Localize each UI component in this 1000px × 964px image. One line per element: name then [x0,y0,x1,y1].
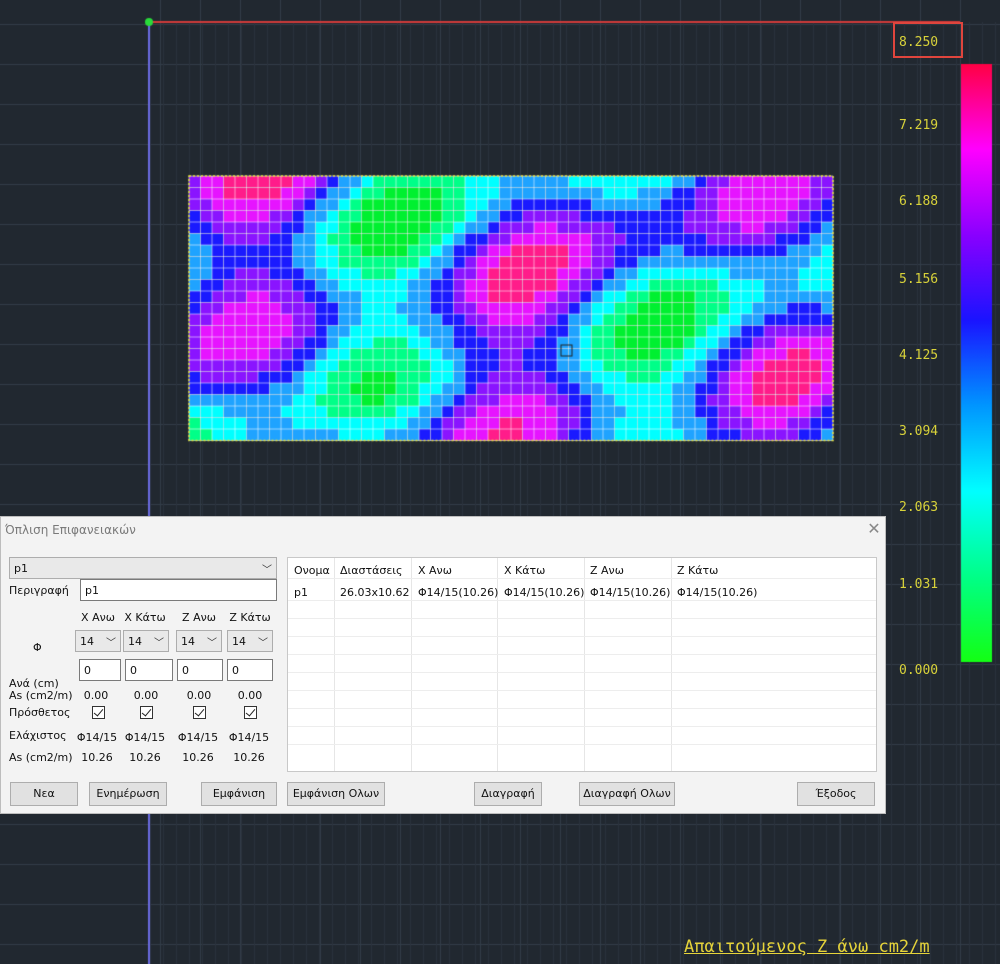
scale-label: 2.063 [899,500,939,515]
table-header[interactable]: X Ανω [418,564,452,577]
additional-checkbox-x-bottom[interactable] [140,706,153,719]
close-icon[interactable]: ✕ [865,520,883,538]
minimum-value: Φ14/15 [228,731,270,744]
table-header[interactable]: Διαστάσεις [340,564,402,577]
table-cell[interactable]: Φ14/15(10.26) [418,586,498,599]
as-value: 0.00 [237,689,263,702]
description-input[interactable]: p1 [80,579,277,601]
table-divider [671,558,672,771]
table-divider [288,726,876,727]
table-divider [288,636,876,637]
column-header-x-bottom: X Κάτω [124,611,166,624]
scale-label: 1.031 [899,577,939,592]
table-cell[interactable]: Φ14/15(10.26) [590,586,670,599]
as-value: 0.00 [83,689,109,702]
as-min-value: 10.26 [182,751,214,764]
as-value: 0.00 [186,689,212,702]
additional-checkbox-z-bottom[interactable] [244,706,257,719]
element-selector[interactable]: p1 ﹀ [9,557,277,579]
table-divider [411,558,412,771]
table-divider [288,744,876,745]
exit-button[interactable]: Έξοδος [797,782,875,806]
minimum-value: Φ14/15 [177,731,219,744]
table-divider [288,708,876,709]
element-selector-value: p1 [14,562,28,575]
table-cell[interactable]: p1 [294,586,308,599]
phi-select-x-bottom[interactable]: 14 ﹀ [123,630,169,652]
cad-viewport[interactable]: 8.250 7.219 6.188 5.156 4.125 3.094 2.06… [0,0,1000,964]
as-min-value: 10.26 [233,751,265,764]
table-header[interactable]: Z Ανω [590,564,624,577]
spacing-input-z-bottom[interactable]: 0 [227,659,273,681]
table-divider [288,578,876,579]
table-header[interactable]: X Κάτω [504,564,545,577]
column-header-z-top: Z Ανω [182,611,216,624]
table-cell[interactable]: 26.03x10.62 [340,586,410,599]
table-header[interactable]: Z Κάτω [677,564,718,577]
column-header-z-bottom: Z Κάτω [229,611,271,624]
minimum-value: Φ14/15 [76,731,118,744]
surface-reinforcement-dialog: Όπλιση Επιφανειακών ✕ p1 ﹀ Περιγραφή p1 … [0,516,886,814]
phi-select-z-bottom[interactable]: 14 ﹀ [227,630,273,652]
description-value: p1 [85,584,99,597]
spacing-input-x-top[interactable]: 0 [79,659,121,681]
table-divider [288,618,876,619]
spacing-value: 0 [130,664,137,677]
as-label: As (cm2/m) [9,689,73,702]
phi-value: 14 [232,635,246,648]
update-button[interactable]: Ενημέρωση [89,782,167,806]
scale-label: 7.219 [899,118,939,133]
delete-button[interactable]: Διαγραφή [474,782,542,806]
dialog-title: Όπλιση Επιφανειακών [5,523,136,537]
table-divider [288,672,876,673]
chevron-down-icon: ﹀ [106,638,116,649]
scale-label: 3.094 [899,424,939,439]
as-value: 0.00 [133,689,159,702]
result-caption: Απαιτούμενος Z άνω cm2/m [684,937,930,957]
table-divider [288,654,876,655]
description-label: Περιγραφή [9,584,69,597]
cad-drawing-area[interactable] [0,0,1000,964]
column-header-x-top: X Ανω [81,611,115,624]
table-divider [334,558,335,771]
as-min-value: 10.26 [81,751,113,764]
additional-label: Πρόσθετος [9,706,71,719]
table-header[interactable]: Ονομα [294,564,330,577]
chevron-down-icon: ﹀ [258,638,268,649]
reinforcement-table[interactable]: Ονομα Διαστάσεις X Ανω X Κάτω Z Ανω Z Κά… [287,557,877,772]
scale-label: 6.188 [899,194,939,209]
table-divider [288,690,876,691]
phi-select-x-top[interactable]: 14 ﹀ [75,630,121,652]
spacing-value: 0 [84,664,91,677]
table-divider [288,600,876,601]
phi-select-z-top[interactable]: 14 ﹀ [176,630,222,652]
chevron-down-icon: ﹀ [207,638,217,649]
phi-value: 14 [80,635,94,648]
scale-label: 8.250 [899,35,939,50]
chevron-down-icon: ﹀ [154,638,164,649]
table-cell[interactable]: Φ14/15(10.26) [677,586,757,599]
scale-label: 0.000 [899,663,939,678]
chevron-down-icon: ﹀ [262,565,272,576]
show-button[interactable]: Εμφάνιση [201,782,277,806]
table-cell[interactable]: Φ14/15(10.26) [504,586,584,599]
as-min-value: 10.26 [129,751,161,764]
as-min-label: As (cm2/m) [9,751,73,764]
spacing-input-x-bottom[interactable]: 0 [125,659,173,681]
additional-checkbox-x-top[interactable] [92,706,105,719]
spacing-value: 0 [232,664,239,677]
phi-value: 14 [181,635,195,648]
scale-label: 4.125 [899,348,939,363]
spacing-value: 0 [182,664,189,677]
show-all-button[interactable]: Εμφάνιση Ολων [287,782,385,806]
new-button[interactable]: Νεα [10,782,78,806]
minimum-label: Ελάχιστος [9,729,67,742]
phi-value: 14 [128,635,142,648]
additional-checkbox-z-top[interactable] [193,706,206,719]
spacing-input-z-top[interactable]: 0 [177,659,223,681]
phi-label: Φ [33,641,42,654]
delete-all-button[interactable]: Διαγραφή Ολων [579,782,675,806]
minimum-value: Φ14/15 [124,731,166,744]
scale-label: 5.156 [899,272,939,287]
